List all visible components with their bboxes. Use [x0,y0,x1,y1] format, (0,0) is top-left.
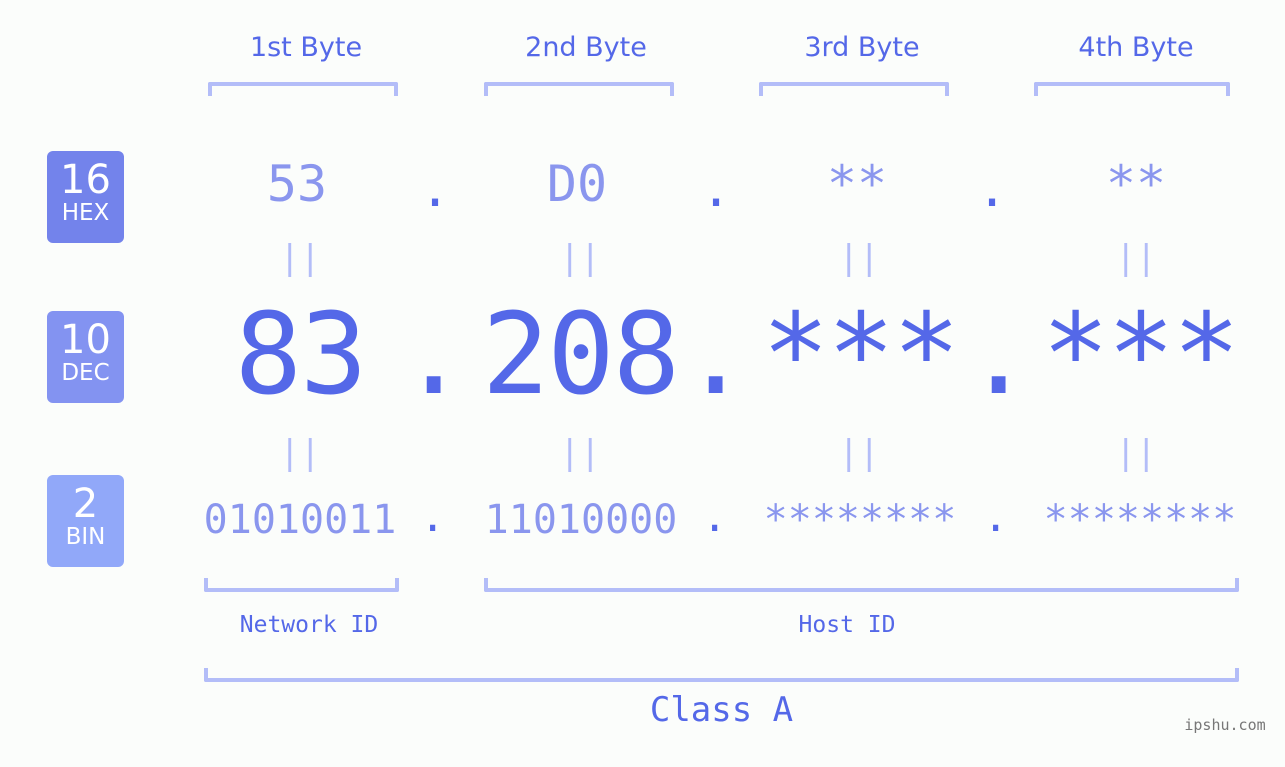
watermark: ipshu.com [1184,716,1266,734]
bin-separator-1: . [420,492,446,541]
equals-icon: || [838,238,880,278]
hex-value-2: D0 [546,155,608,213]
byte-bracket-3 [759,82,949,96]
hex-separator-1: . [420,160,451,218]
class-bracket [204,668,1239,682]
equals-icon: || [559,433,601,473]
hex-badge-label: HEX [61,200,110,226]
bin-value-4: ******** [1043,497,1237,543]
equals-icon: || [1115,238,1157,278]
hex-value-4: ** [1105,155,1167,213]
byte-bracket-4 [1034,82,1230,96]
bin-badge-label: BIN [65,524,106,550]
hex-separator-2: . [701,160,732,218]
host-id-bracket [484,578,1239,592]
dec-value-3: *** [761,290,960,420]
hex-value-3: ** [826,155,888,213]
byte-header-4: 4th Byte [1078,32,1194,63]
dec-badge-number: 10 [60,317,111,363]
bin-separator-2: . [702,492,728,541]
dec-value-1: 83 [234,290,368,420]
hex-badge: 16 HEX [47,151,124,243]
bin-value-3: ******** [763,497,957,543]
equals-icon: || [279,238,321,278]
dec-separator-3: . [965,290,1033,420]
bin-value-1: 01010011 [203,497,397,543]
equals-icon: || [838,433,880,473]
byte-header-2: 2nd Byte [525,32,647,63]
byte-bracket-1 [208,82,398,96]
byte-header-1: 1st Byte [249,32,363,63]
byte-bracket-2 [484,82,674,96]
dec-value-2: 208 [481,290,680,420]
hex-badge-number: 16 [60,157,111,203]
bin-value-2: 11010000 [484,497,678,543]
bin-separator-3: . [983,492,1009,541]
network-id-bracket [204,578,399,592]
dec-badge: 10 DEC [47,311,124,403]
bin-badge-number: 2 [72,481,99,527]
dec-value-4: *** [1041,290,1240,420]
dec-badge-label: DEC [61,360,110,386]
bin-badge: 2 BIN [47,475,124,567]
host-id-label: Host ID [798,612,896,638]
class-label: Class A [649,690,794,730]
equals-icon: || [1115,433,1157,473]
hex-value-1: 53 [266,155,328,213]
network-id-label: Network ID [239,612,379,638]
dec-separator-1: . [400,290,468,420]
hex-separator-3: . [977,160,1008,218]
byte-header-3: 3rd Byte [804,32,920,63]
equals-icon: || [559,238,601,278]
dec-separator-2: . [682,290,750,420]
equals-icon: || [279,433,321,473]
